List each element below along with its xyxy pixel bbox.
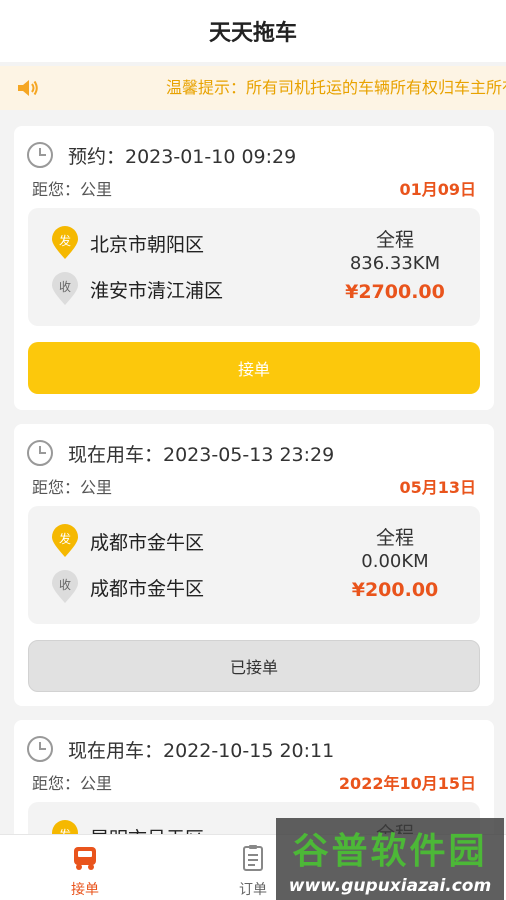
watermark: 谷普软件园 www.gupuxiazai.com [276, 818, 504, 900]
clock-icon [27, 440, 53, 466]
destination-pin-icon: 收 [50, 272, 80, 306]
tab-label: 接单 [71, 882, 99, 898]
route-box: 发 北京市朝阳区 收 淮安市清江浦区 全程 836.33KM ¥2700.00 [28, 208, 480, 326]
order-distance: 距您：公里 [32, 478, 113, 497]
order-taken-button[interactable]: 已接单 [28, 640, 480, 692]
origin-pin-icon: 发 [50, 226, 80, 260]
clock-icon [27, 736, 53, 762]
trip-label: 全程 [375, 229, 414, 251]
trip-distance: 836.33KM [349, 253, 441, 274]
trip-summary: 全程 836.33KM ¥2700.00 [330, 228, 460, 308]
destination-address: 淮安市清江浦区 [90, 279, 224, 302]
origin-row: 发 北京市朝阳区 [50, 226, 204, 260]
origin-address: 北京市朝阳区 [90, 233, 205, 256]
trip-price: ¥200.00 [351, 579, 439, 601]
destination-address: 成都市金牛区 [90, 577, 205, 600]
origin-pin-icon: 发 [50, 524, 80, 558]
order-distance: 距您：公里 [32, 774, 113, 793]
trip-label: 全程 [375, 527, 414, 549]
order-date-badge: 01月09日 [399, 180, 476, 199]
trip-distance: 0.00KM [361, 551, 429, 572]
origin-address: 成都市金牛区 [90, 531, 205, 554]
notice-text: 温馨提示：所有司机托运的车辆所有权归车主所有 [166, 78, 506, 97]
order-card[interactable]: 预约：2023-01-10 09:29 距您：公里 01月09日 发 北京市朝阳… [14, 126, 494, 410]
trip-price: ¥2700.00 [345, 281, 445, 303]
order-distance: 距您：公里 [32, 180, 113, 199]
trip-summary: 全程 0.00KM ¥200.00 [330, 526, 460, 606]
tab-label: 订单 [239, 882, 267, 898]
order-time: 预约：2023-01-10 09:29 [68, 145, 297, 168]
origin-row: 发 成都市金牛区 [50, 524, 204, 558]
order-card[interactable]: 现在用车：2023-05-13 23:29 距您：公里 05月13日 发 成都市… [14, 424, 494, 706]
route-box: 发 成都市金牛区 收 成都市金牛区 全程 0.00KM ¥200.00 [28, 506, 480, 624]
accept-order-button[interactable]: 接单 [28, 342, 480, 394]
order-time-row: 现在用车：2022-10-15 20:11 [26, 734, 334, 764]
tab-accept-orders[interactable]: 接单 [40, 843, 130, 899]
order-date-badge: 2022年10月15日 [338, 774, 476, 793]
order-time: 现在用车：2022-10-15 20:11 [68, 739, 335, 762]
watermark-url: www.gupuxiazai.com [288, 876, 492, 896]
notice-bar: 温馨提示：所有司机托运的车辆所有权归车主所有 [0, 66, 506, 110]
speaker-icon [18, 80, 38, 96]
order-time: 现在用车：2023-05-13 23:29 [68, 443, 335, 466]
order-time-row: 现在用车：2023-05-13 23:29 [26, 438, 334, 468]
truck-icon [74, 847, 96, 870]
destination-row: 收 淮安市清江浦区 [50, 272, 223, 306]
destination-pin-icon: 收 [50, 570, 80, 604]
clipboard-icon [243, 845, 263, 871]
app-header: 天天拖车 [0, 0, 506, 62]
order-date-badge: 05月13日 [399, 478, 476, 497]
destination-row: 收 成都市金牛区 [50, 570, 204, 604]
page-title: 天天拖车 [208, 21, 297, 46]
watermark-title: 谷普软件园 [292, 831, 488, 872]
clock-icon [27, 142, 53, 168]
order-time-row: 预约：2023-01-10 09:29 [26, 140, 296, 170]
